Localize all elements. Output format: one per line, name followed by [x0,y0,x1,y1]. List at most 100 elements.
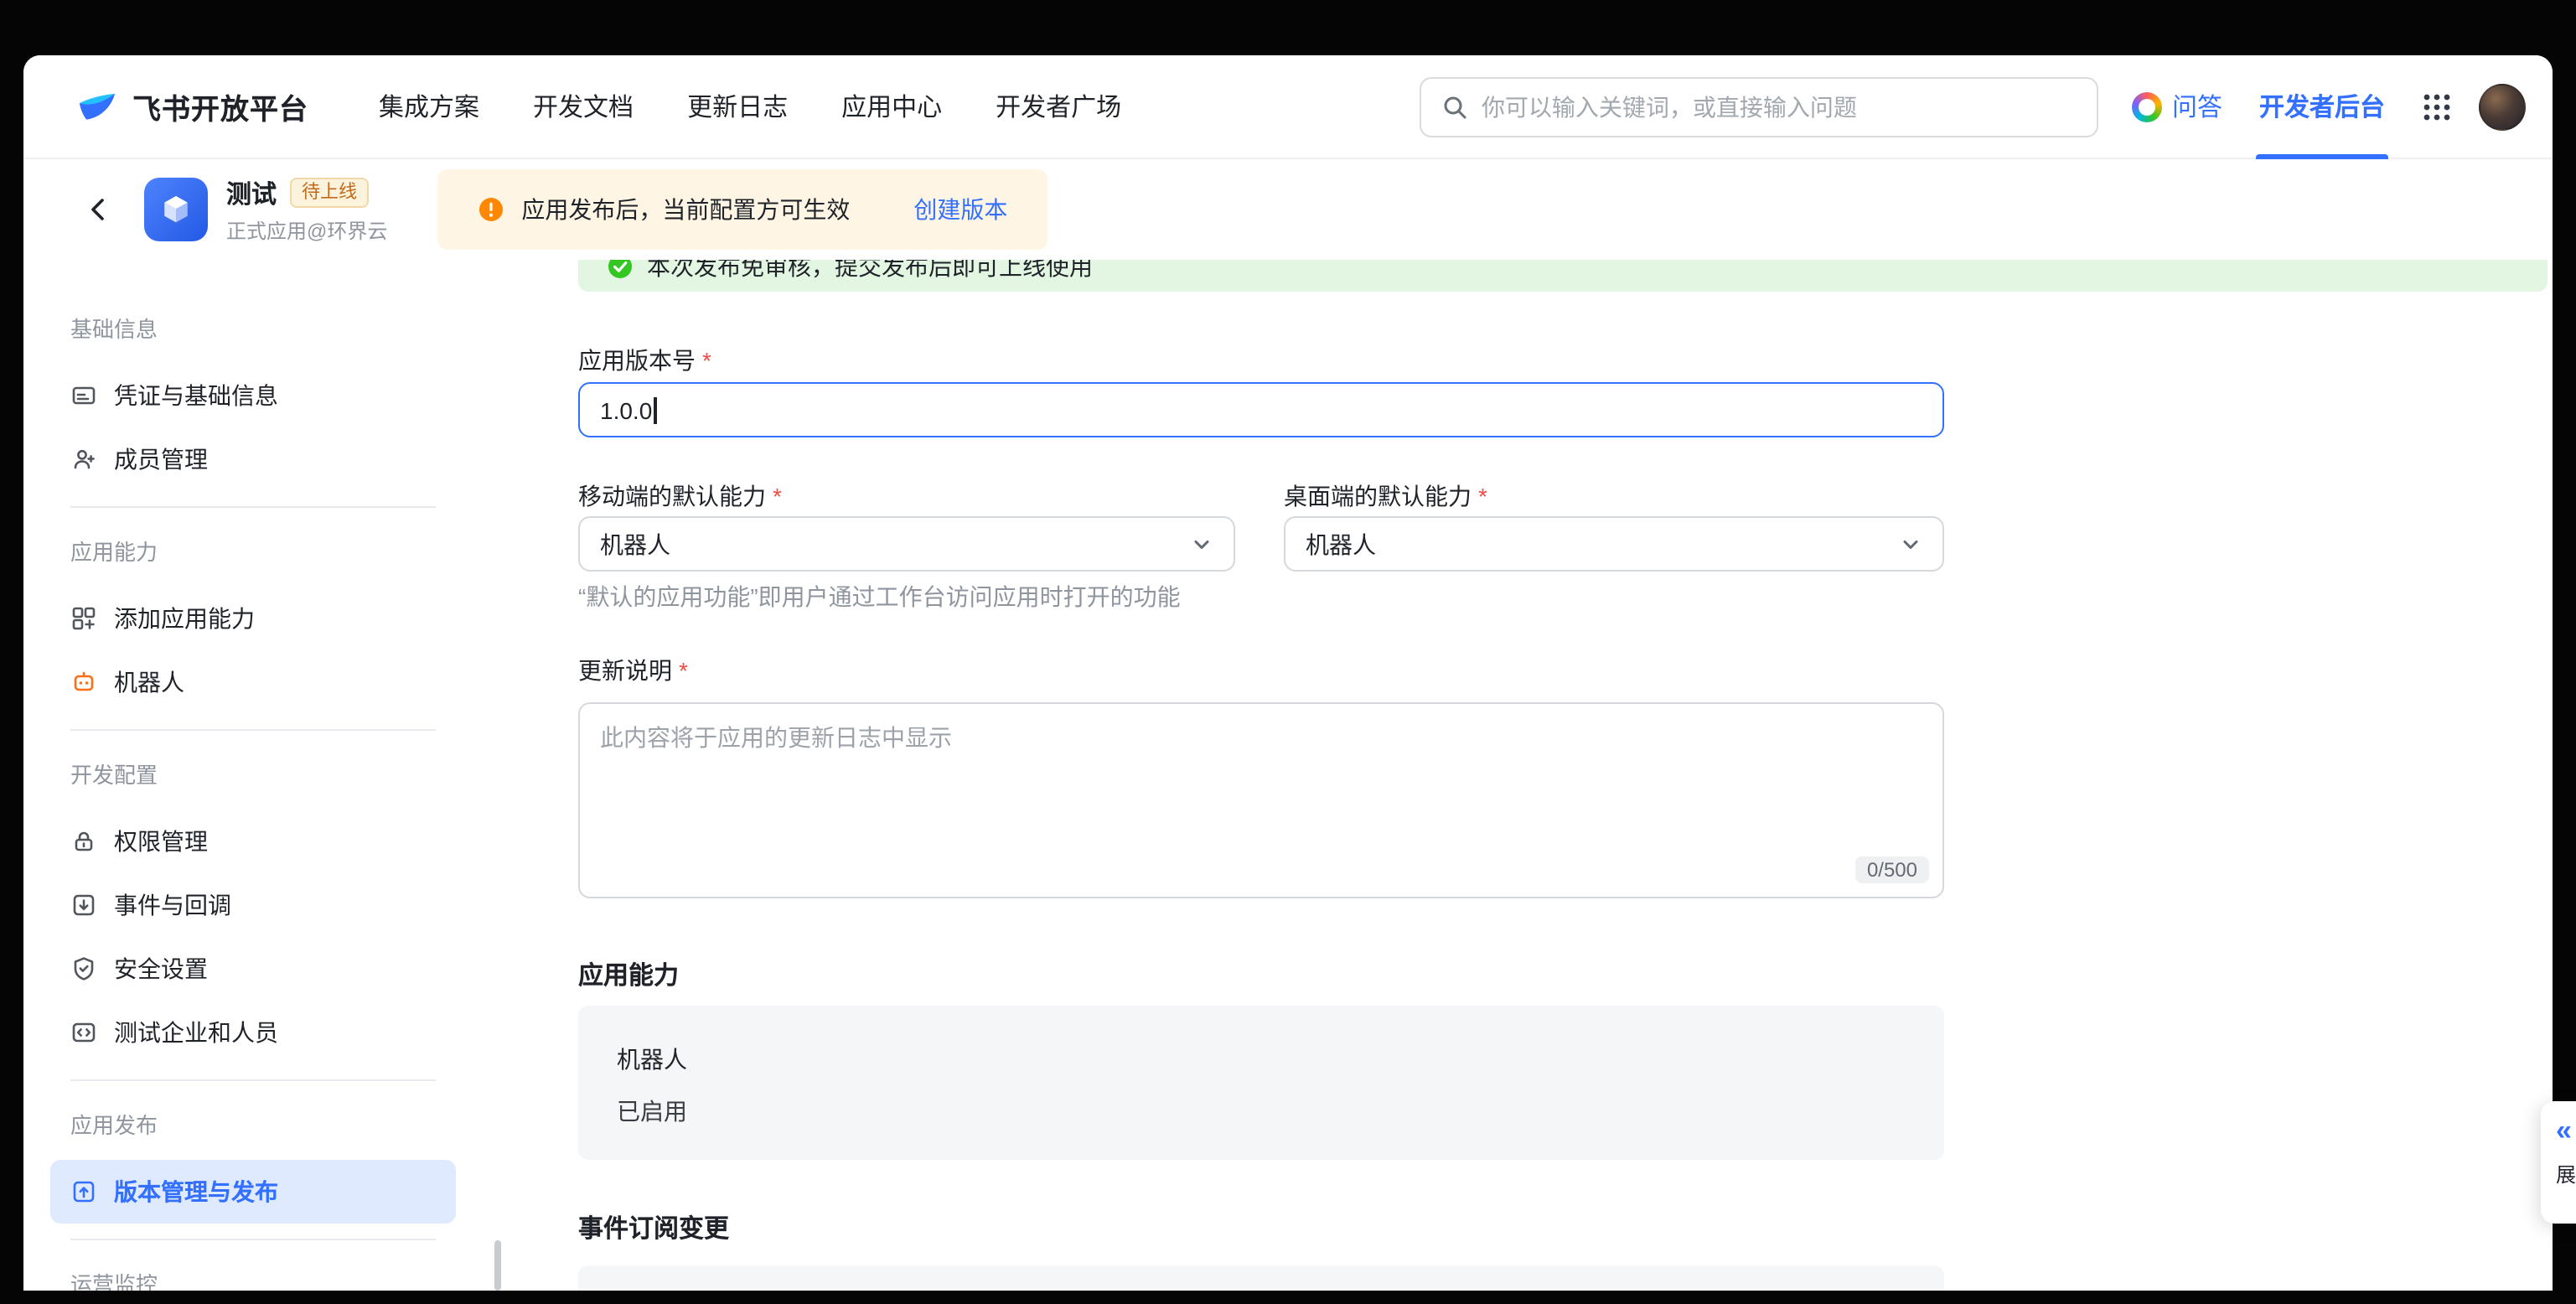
global-search[interactable] [1420,76,2098,137]
qa-ring-icon [2132,91,2162,122]
desktop-capability-value: 机器人 [1306,527,1376,561]
sidebar-item-test-org[interactable]: 测试企业和人员 [50,1001,456,1064]
publish-icon [70,1178,97,1205]
cube-icon [158,191,194,228]
alert-text: 应用发布后，当前配置方可生效 [521,193,850,226]
char-counter: 0/500 [1855,856,1929,883]
notes-textarea[interactable] [580,704,1942,897]
chevron-down-icon [1899,532,1922,556]
warning-icon [478,196,504,223]
primary-nav: 集成方案 开发文档 更新日志 应用中心 开发者广场 [379,89,1121,124]
app-subtitle: 正式应用@环界云 [226,215,387,244]
sidebar-item-label: 版本管理与发布 [114,1175,278,1208]
nav-docs[interactable]: 开发文档 [533,89,634,124]
text-caret [654,396,656,423]
desktop-capability-select[interactable]: 机器人 [1284,516,1944,572]
sidebar-item-security[interactable]: 安全设置 [50,937,456,1001]
back-chevron-icon [84,194,114,225]
feishu-logo-icon [75,85,119,128]
feishu-brand[interactable]: 飞书开放平台 [75,85,308,128]
events-box [578,1265,1944,1291]
chevron-down-icon [1190,532,1213,556]
sidebar-section-release: 应用发布 [70,1111,436,1141]
events-heading: 事件订阅变更 [578,1210,729,1245]
version-form: 本次发布免审核，提交发布后即可上线使用 应用版本号 1.0.0 移动端的默认能力… [578,260,2548,1291]
sidebar-item-label: 添加应用能力 [114,602,255,635]
lock-icon [70,828,97,855]
app-name: 测试 [226,175,277,210]
sidebar-section-monitoring: 运营监控 [70,1270,436,1291]
mobile-capability-select[interactable]: 机器人 [578,516,1235,572]
apps-grid-button[interactable] [2422,91,2452,122]
sidebar-item-permissions[interactable]: 权限管理 [50,810,456,873]
sidebar-item-label: 安全设置 [114,952,208,986]
members-icon [70,446,97,473]
code-brackets-icon [70,1019,97,1046]
nav-app-center[interactable]: 应用中心 [841,89,942,124]
sidebar-section-basic: 基础信息 [70,315,436,345]
capability-heading: 应用能力 [578,957,679,992]
qa-button[interactable]: 问答 [2132,89,2222,124]
browser-page: 飞书开放平台 集成方案 开发文档 更新日志 应用中心 开发者广场 [23,55,2553,1291]
mobile-capability-label: 移动端的默认能力 [578,483,782,510]
sidebar-item-events[interactable]: 事件与回调 [50,873,456,937]
default-capability-hint: “默认的应用功能”即用户通过工作台访问应用时打开的功能 [578,580,1181,613]
sidebar-item-label: 成员管理 [114,442,208,476]
sidebar-item-label: 凭证与基础信息 [114,379,278,412]
success-check-icon [607,260,634,280]
developer-console-label: 开发者后台 [2259,89,2385,124]
sidebar-item-version-release[interactable]: 版本管理与发布 [50,1160,456,1224]
sidebar-section-dev-config: 开发配置 [70,761,436,791]
capability-box: 机器人 已启用 [578,1006,1944,1160]
sidebar: 基础信息 凭证与基础信息 成员管理 应用能 [50,260,456,1291]
notes-label: 更新说明 [578,657,688,684]
nav-changelog[interactable]: 更新日志 [687,89,788,124]
expand-label: 展开 [2556,1160,2576,1188]
sidebar-item-label: 权限管理 [114,825,208,858]
sidebar-section-capability: 应用能力 [70,538,436,568]
event-callback-icon [70,892,97,918]
sidebar-divider [70,729,436,731]
grid-icon [2422,91,2452,122]
version-value: 1.0.0 [600,396,652,423]
tab-developer-console[interactable]: 开发者后台 [2259,55,2385,158]
notes-textarea-wrap: 0/500 [578,702,1944,898]
brand-name: 飞书开放平台 [132,85,308,127]
status-badge: 待上线 [290,178,369,208]
add-capability-icon [70,605,97,632]
nav-integration[interactable]: 集成方案 [379,89,479,124]
nav-marketplace[interactable]: 开发者广场 [996,89,1121,124]
robot-icon [70,669,97,696]
publish-alert-banner: 应用发布后，当前配置方可生效 创建版本 [437,169,1047,250]
sidebar-divider [70,506,436,508]
search-input[interactable] [1482,93,2077,120]
sidebar-item-label: 机器人 [114,665,184,699]
sidebar-item-members[interactable]: 成员管理 [50,427,456,491]
mobile-capability-value: 机器人 [600,527,670,561]
back-button[interactable] [84,194,114,225]
sidebar-item-credentials[interactable]: 凭证与基础信息 [50,364,456,427]
content-area: 基础信息 凭证与基础信息 成员管理 应用能 [23,260,2553,1291]
sidebar-divider [70,1079,436,1081]
create-version-link[interactable]: 创建版本 [913,193,1007,226]
sidebar-item-label: 事件与回调 [114,888,231,922]
expand-panel-button[interactable]: « 展开 [2541,1101,2576,1224]
sidebar-item-robot[interactable]: 机器人 [50,650,456,714]
sidebar-scrollbar-thumb[interactable] [494,1240,501,1291]
app-meta: 测试 待上线 正式应用@环界云 [226,175,387,244]
sidebar-divider [70,1239,436,1240]
sidebar-item-add-capability[interactable]: 添加应用能力 [50,587,456,650]
success-banner: 本次发布免审核，提交发布后即可上线使用 [578,260,2548,292]
capability-name: 机器人 [617,1043,687,1076]
version-label: 应用版本号 [578,347,711,374]
app-header-bar: 测试 待上线 正式应用@环界云 应用发布后，当前配置方可生效 创建版本 [23,159,2553,260]
capability-status: 已启用 [617,1094,687,1128]
user-avatar[interactable] [2479,83,2526,130]
double-chevron-left-icon: « [2556,1116,2576,1146]
sidebar-item-label: 测试企业和人员 [114,1016,278,1049]
desktop-capability-label: 桌面端的默认能力 [1284,483,1487,510]
top-navigation: 飞书开放平台 集成方案 开发文档 更新日志 应用中心 开发者广场 [23,55,2553,159]
search-icon [1441,93,1468,120]
shield-icon [70,955,97,982]
version-input[interactable]: 1.0.0 [578,382,1944,437]
